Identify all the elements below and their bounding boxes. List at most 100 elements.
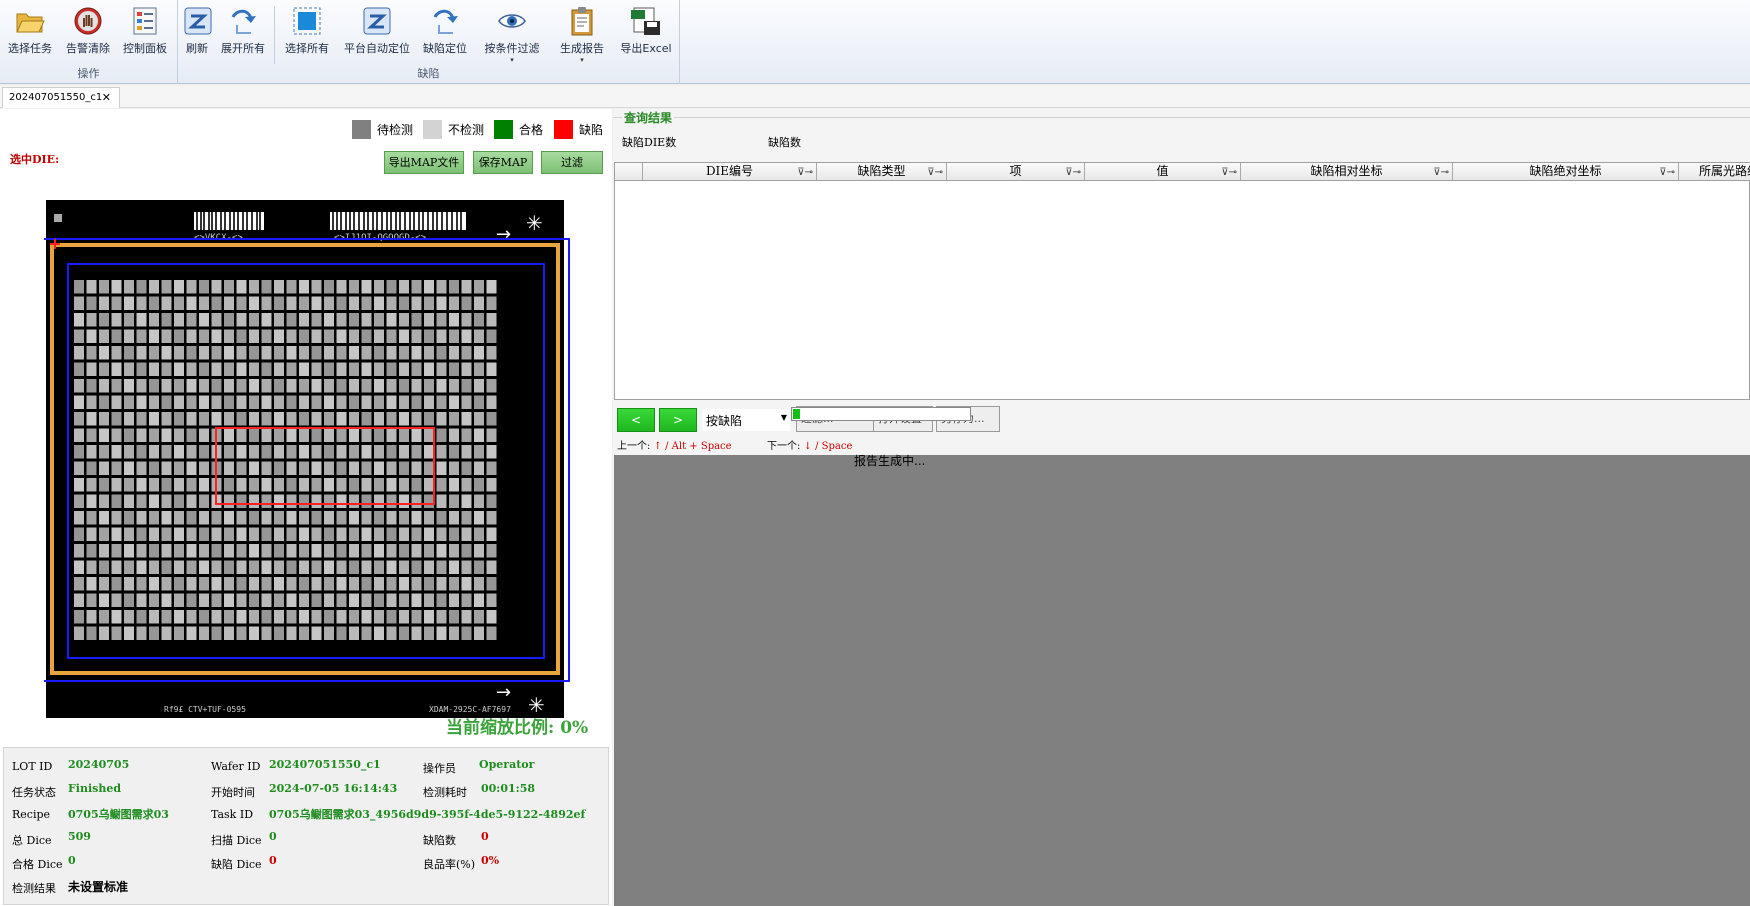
die-cell[interactable] [161, 346, 172, 360]
die-cell[interactable] [124, 610, 134, 624]
die-cell[interactable] [211, 362, 222, 377]
die-cell[interactable] [361, 494, 372, 509]
die-cell[interactable] [136, 445, 147, 459]
die-cell[interactable] [86, 346, 97, 360]
die-cell[interactable] [111, 577, 122, 591]
die-cell[interactable] [349, 280, 359, 294]
die-cell[interactable] [211, 296, 222, 311]
die-cell[interactable] [424, 329, 434, 344]
die-cell[interactable] [249, 560, 259, 575]
die-cell[interactable] [461, 280, 472, 294]
defect-table[interactable]: DIE编号 ⊽⊸ 缺陷类型 ⊽⊸ 项 ⊽⊸ 值 ⊽⊸ 缺陷相对坐标 ⊽⊸ 缺陷绝对坐标 ⊽⊸… [614, 162, 1750, 400]
die-cell[interactable] [349, 412, 359, 426]
die-cell[interactable] [411, 511, 422, 525]
die-cell[interactable] [324, 593, 334, 608]
die-cell[interactable] [474, 478, 484, 492]
die-cell[interactable] [136, 346, 147, 360]
die-cell[interactable] [399, 395, 409, 410]
die-cell[interactable] [436, 296, 447, 311]
expand-all-button[interactable]: 展开所有 [218, 2, 268, 64]
die-cell[interactable] [311, 329, 322, 344]
die-cell[interactable] [286, 296, 297, 311]
die-cell[interactable] [174, 362, 184, 377]
die-cell[interactable] [336, 527, 347, 542]
die-cell[interactable] [136, 395, 147, 410]
die-cell[interactable] [236, 428, 247, 443]
die-cell[interactable] [174, 379, 184, 393]
die-cell[interactable] [286, 494, 297, 509]
die-cell[interactable] [474, 593, 484, 608]
die-cell[interactable] [336, 478, 347, 492]
die-cell[interactable] [461, 527, 472, 542]
die-cell[interactable] [149, 610, 159, 624]
die-cell[interactable] [324, 544, 334, 558]
die-cell[interactable] [424, 412, 434, 426]
die-cell[interactable] [174, 560, 184, 575]
die-cell[interactable] [261, 428, 272, 443]
die-cell[interactable] [399, 445, 409, 459]
die-cell[interactable] [436, 610, 447, 624]
die-cell[interactable] [399, 313, 409, 327]
die-cell[interactable] [436, 379, 447, 393]
die-cell[interactable] [274, 445, 284, 459]
die-cell[interactable] [124, 280, 134, 294]
die-cell[interactable] [236, 346, 247, 360]
die-cell[interactable] [299, 296, 309, 311]
die-cell[interactable] [74, 296, 84, 311]
die-cell[interactable] [311, 494, 322, 509]
die-cell[interactable] [449, 494, 459, 509]
die-cell[interactable] [124, 560, 134, 575]
die-cell[interactable] [449, 593, 459, 608]
die-cell[interactable] [424, 610, 434, 624]
die-cell[interactable] [236, 461, 247, 476]
die-cell[interactable] [299, 593, 309, 608]
die-cell[interactable] [486, 577, 497, 591]
die-cell[interactable] [349, 445, 359, 459]
die-cell[interactable] [461, 379, 472, 393]
die-cell[interactable] [461, 313, 472, 327]
die-cell[interactable] [374, 593, 384, 608]
die-cell[interactable] [474, 494, 484, 509]
die-cell[interactable] [461, 346, 472, 360]
die-cell[interactable] [124, 544, 134, 558]
die-cell[interactable] [486, 313, 497, 327]
die-cell[interactable] [249, 511, 259, 525]
die-cell[interactable] [399, 478, 409, 492]
die-cell[interactable] [274, 527, 284, 542]
die-cell[interactable] [436, 577, 447, 591]
die-cell[interactable] [299, 478, 309, 492]
die-cell[interactable] [324, 329, 334, 344]
die-cell[interactable] [99, 577, 109, 591]
die-cell[interactable] [324, 445, 334, 459]
die-cell[interactable] [349, 527, 359, 542]
die-cell[interactable] [399, 560, 409, 575]
die-cell[interactable] [111, 379, 122, 393]
die-cell[interactable] [186, 412, 197, 426]
die-cell[interactable] [224, 478, 234, 492]
die-cell[interactable] [349, 395, 359, 410]
die-cell[interactable] [211, 511, 222, 525]
die-cell[interactable] [461, 445, 472, 459]
die-cell[interactable] [111, 280, 122, 294]
die-cell[interactable] [86, 313, 97, 327]
die-cell[interactable] [336, 593, 347, 608]
die-cell[interactable] [124, 412, 134, 426]
die-cell[interactable] [449, 428, 459, 443]
die-cell[interactable] [286, 626, 297, 641]
die-cell[interactable] [74, 593, 84, 608]
die-cell[interactable] [349, 296, 359, 311]
die-cell[interactable] [374, 494, 384, 509]
die-cell[interactable] [486, 329, 497, 344]
die-cell[interactable] [186, 610, 197, 624]
die-cell[interactable] [224, 296, 234, 311]
die-cell[interactable] [236, 329, 247, 344]
die-cell[interactable] [86, 395, 97, 410]
die-cell[interactable] [411, 577, 422, 591]
die-cell[interactable] [199, 412, 209, 426]
die-cell[interactable] [199, 362, 209, 377]
die-cell[interactable] [174, 395, 184, 410]
die-cell[interactable] [324, 560, 334, 575]
die-cell[interactable] [186, 577, 197, 591]
die-cell[interactable] [86, 560, 97, 575]
die-cell[interactable] [111, 544, 122, 558]
